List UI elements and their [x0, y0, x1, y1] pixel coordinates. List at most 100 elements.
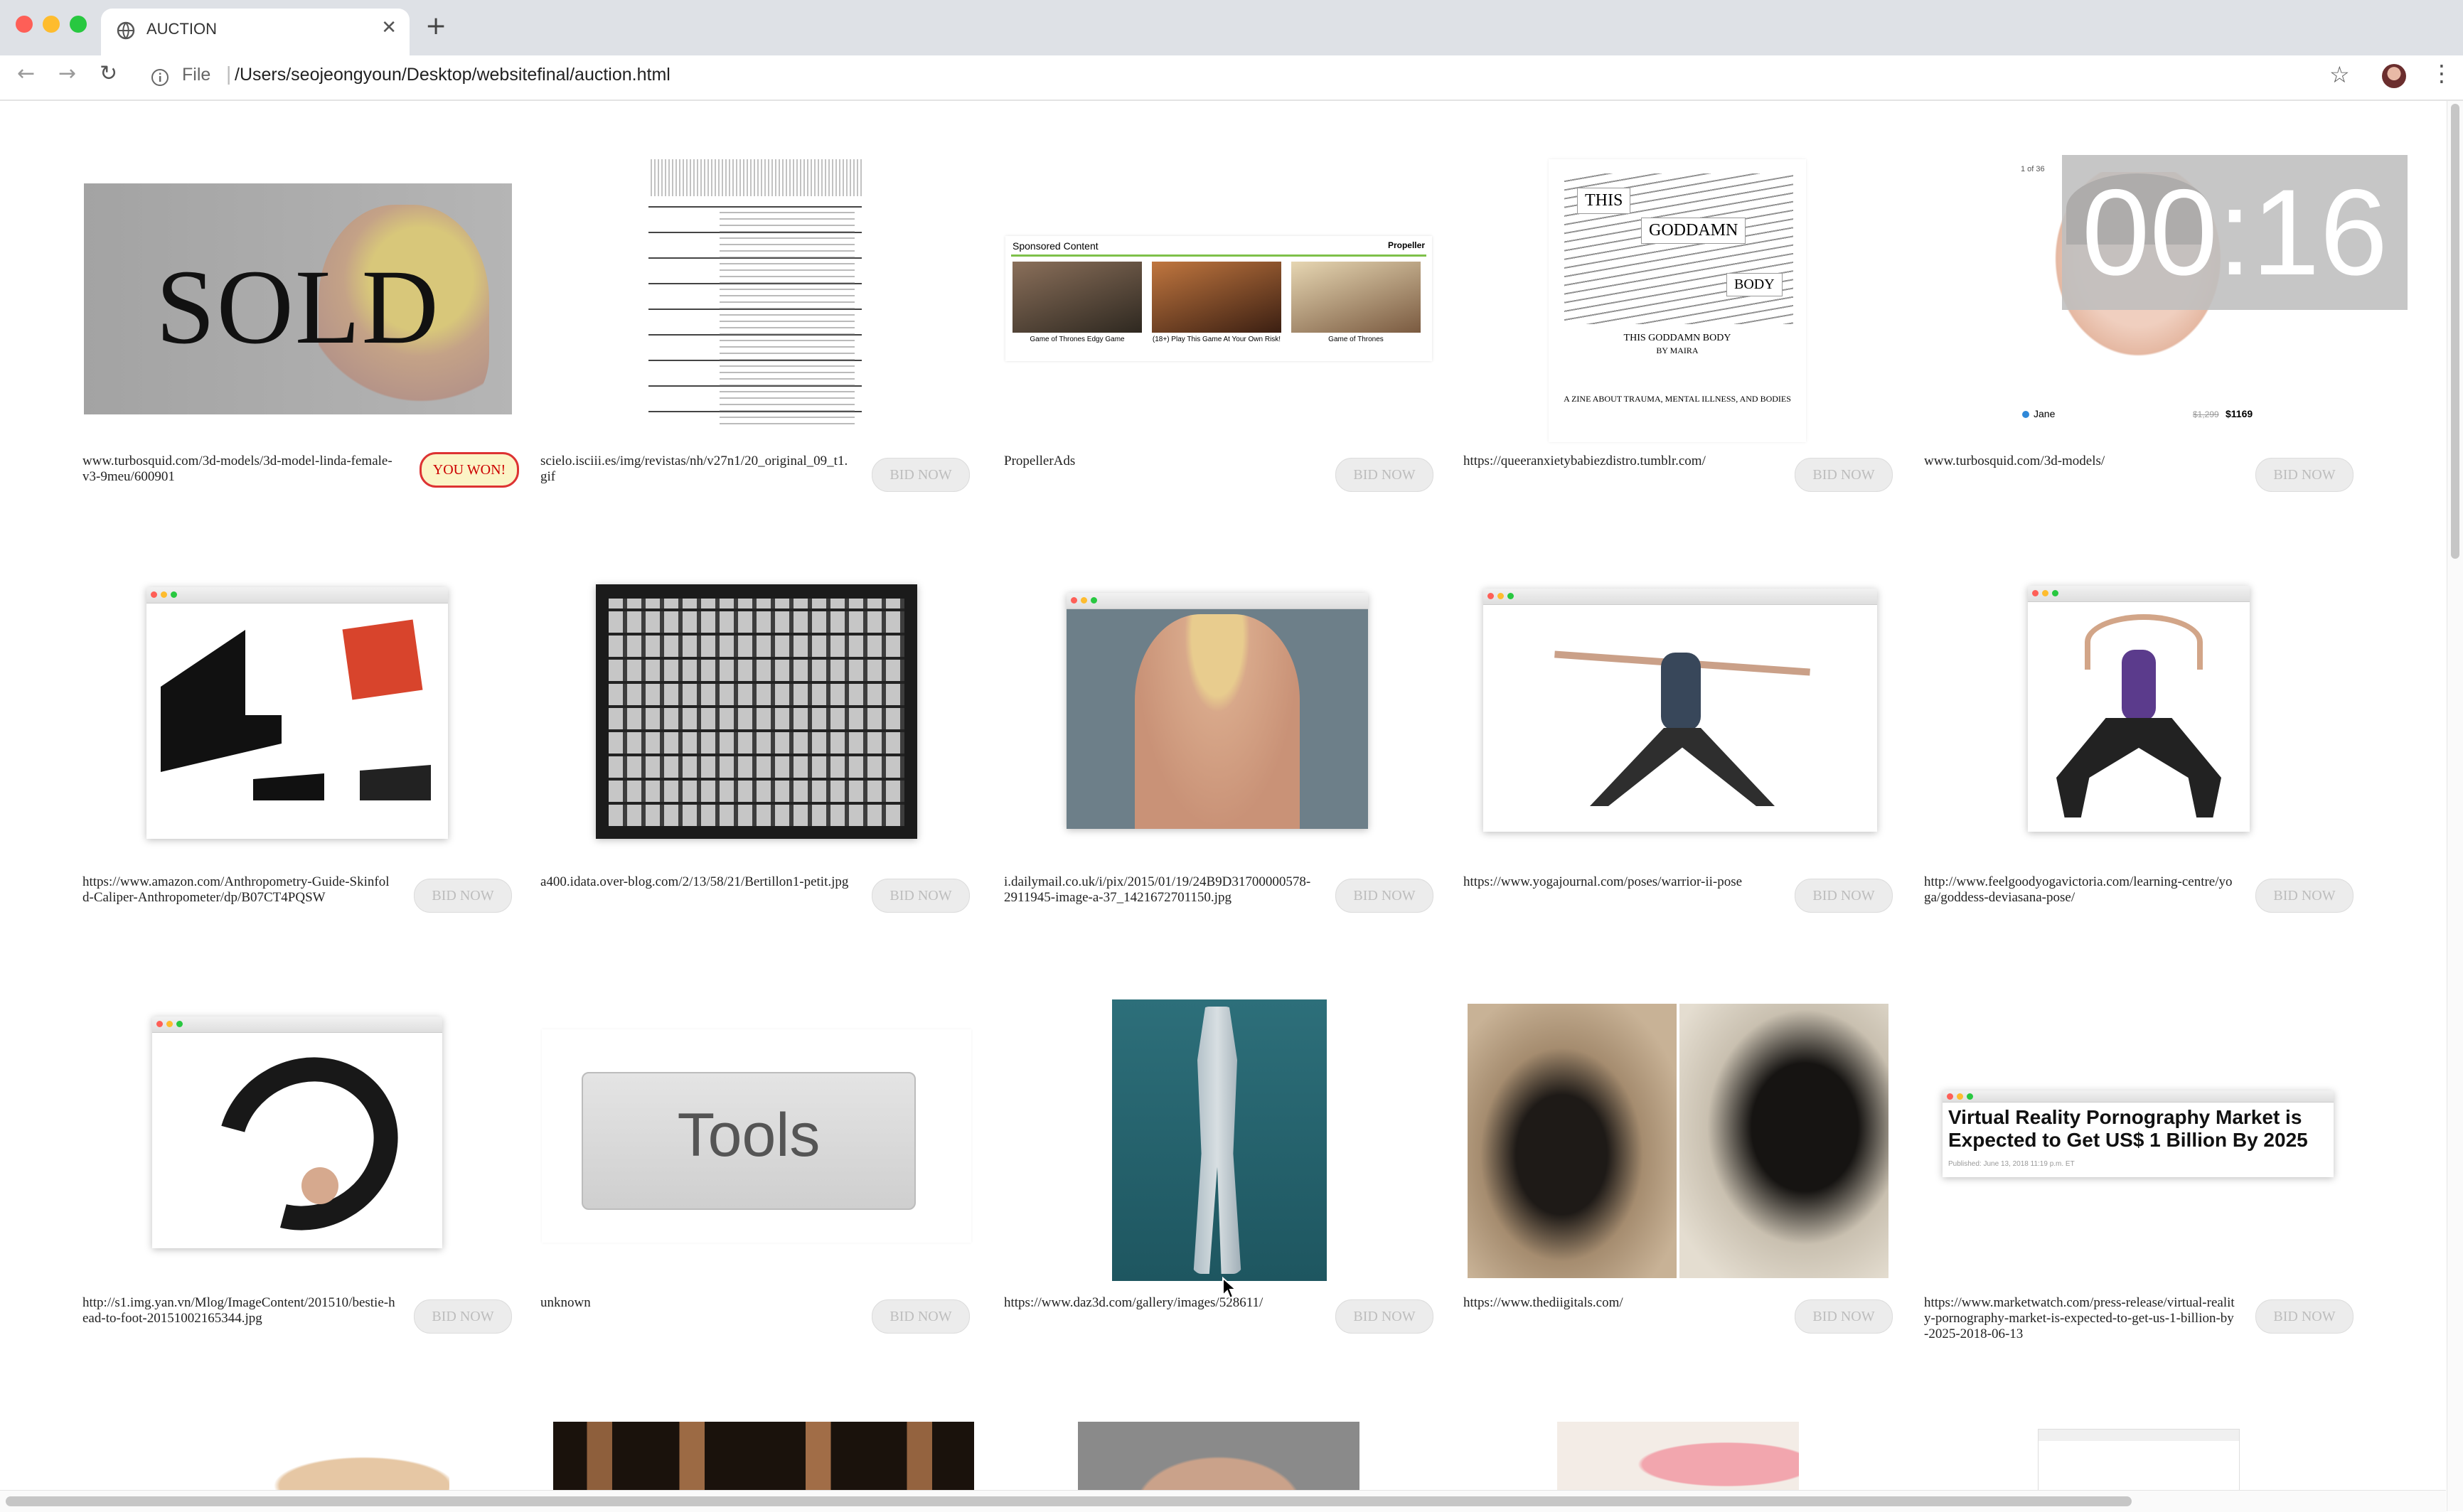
article-date: Published: June 13, 2018 11:19 p.m. ET — [1948, 1160, 2075, 1168]
bookmark-star-icon[interactable]: ☆ — [2329, 61, 2350, 88]
verified-icon — [2022, 411, 2029, 418]
bid-now-button[interactable]: BID NOW — [1335, 458, 1433, 492]
back-icon[interactable]: ← — [17, 61, 35, 86]
item-source-link[interactable]: https://www.amazon.com/Anthropometry-Gui… — [82, 874, 395, 906]
item-source-link[interactable]: https://www.daz3d.com/gallery/images/528… — [1004, 1295, 1317, 1311]
item-source-link[interactable]: i.dailymail.co.uk/i/pix/2015/01/19/24B9D… — [1004, 874, 1317, 906]
bid-now-button[interactable]: BID NOW — [2255, 1299, 2354, 1334]
item-thumbnail[interactable]: Sponsored Content Propeller Game of Thro… — [1005, 236, 1432, 361]
item-thumbnail[interactable]: Virtual Reality Pornography Market is Ex… — [1943, 1090, 2334, 1177]
browser-tab[interactable]: AUCTION ✕ — [101, 9, 410, 55]
window-titlebar — [146, 587, 448, 604]
vertical-scroll-thumb[interactable] — [2451, 104, 2459, 559]
item-source-link[interactable]: https://www.yogajournal.com/poses/warrio… — [1463, 874, 1776, 890]
item-thumbnail[interactable]: THIS GODDAMN BODY THIS GODDAMN BODY BY M… — [1549, 159, 1806, 442]
bid-now-button[interactable]: BID NOW — [872, 1299, 970, 1334]
auction-item: https://www.daz3d.com/gallery/images/528… — [1004, 943, 1433, 1334]
item-source-link[interactable]: https://www.marketwatch.com/press-releas… — [1924, 1295, 2237, 1342]
bag-image — [342, 619, 423, 700]
item-source-link[interactable]: PropellerAds — [1004, 454, 1317, 469]
zoom-window-button[interactable] — [70, 16, 87, 33]
horizontal-scroll-thumb[interactable] — [6, 1496, 2132, 1506]
item-thumbnail[interactable] — [146, 587, 448, 839]
seller-name: Jane — [2034, 408, 2056, 419]
more-menu-icon[interactable]: ⋮ — [2430, 60, 2453, 87]
partial-thumbnail[interactable] — [1557, 1422, 1799, 1493]
ad-image — [1013, 262, 1142, 333]
item-thumbnail[interactable] — [2028, 586, 2250, 832]
item-source-link[interactable]: a400.idata.over-blog.com/2/13/58/21/Bert… — [540, 874, 853, 890]
close-tab-icon[interactable]: ✕ — [381, 17, 397, 38]
item-thumbnail[interactable] — [1468, 1004, 1888, 1278]
ad-caption: (18+) Play This Game At Your Own Risk! — [1152, 336, 1281, 343]
tools-button-image: Tools — [582, 1072, 916, 1210]
countdown-value: 00:16 — [2081, 164, 2388, 301]
bid-now-button[interactable]: BID NOW — [1335, 1299, 1433, 1334]
item-source-link[interactable]: https://queeranxietybabiezdistro.tumblr.… — [1463, 454, 1776, 469]
profile-avatar[interactable] — [2382, 64, 2406, 88]
item-thumbnail[interactable]: SOLD — [84, 183, 512, 414]
zine-word: GODDAMN — [1641, 218, 1746, 244]
item-thumbnail[interactable] — [648, 159, 862, 440]
item-thumbnail[interactable] — [596, 584, 917, 839]
ad-caption: Game of Thrones — [1328, 336, 1384, 343]
item-source-link[interactable]: http://s1.img.yan.vn/Mlog/ImageContent/2… — [82, 1295, 395, 1326]
bid-now-button[interactable]: BID NOW — [2255, 879, 2354, 913]
bid-now-button[interactable]: BID NOW — [1795, 879, 1893, 913]
propeller-brand-label: Propeller — [1387, 240, 1425, 250]
auction-item: 1 of 36 Jane $1,299 $1169 00:16 www.turb… — [1924, 101, 2408, 492]
partial-thumbnail[interactable] — [1078, 1422, 1359, 1493]
partial-thumbnail[interactable] — [553, 1422, 974, 1493]
item-source-link[interactable]: scielo.isciii.es/img/revistas/nh/v27n1/2… — [540, 454, 853, 485]
bid-now-button[interactable]: BID NOW — [414, 1299, 512, 1334]
partial-thumbnail[interactable] — [165, 1422, 449, 1493]
item-source-link[interactable]: https://www.thediigitals.com/ — [1463, 1295, 1776, 1311]
item-thumbnail[interactable] — [152, 1017, 442, 1248]
sponsored-content-label: Sponsored Content — [1013, 240, 1099, 252]
old-price: $1,299 — [2193, 409, 2219, 419]
bid-now-button[interactable]: BID NOW — [872, 879, 970, 913]
item-source-link[interactable]: www.turbosquid.com/3d-models/3d-model-li… — [82, 454, 395, 485]
item-thumbnail[interactable]: Tools — [542, 1029, 971, 1243]
ad-caption: Game of Thrones Edgy Game — [1030, 336, 1125, 343]
auction-page: SOLD www.turbosquid.com/3d-models/3d-mod… — [0, 101, 2446, 1494]
yoga-legs — [1590, 728, 1775, 806]
sold-text: SOLD — [156, 248, 440, 366]
zine-subtitle: A ZINE ABOUT TRAUMA, MENTAL ILLNESS, AND… — [1564, 394, 1791, 404]
item-thumbnail[interactable] — [1067, 593, 1368, 829]
close-window-button[interactable] — [16, 16, 33, 33]
bid-now-button[interactable]: BID NOW — [1335, 879, 1433, 913]
zine-title: THIS GODDAMN BODY — [1623, 333, 1731, 343]
back-image — [1135, 614, 1300, 829]
item-thumbnail[interactable] — [1112, 999, 1327, 1281]
item-source-link[interactable]: unknown — [540, 1295, 853, 1311]
address-bar[interactable]: /Users/seojeongyoun/Desktop/websitefinal… — [235, 65, 670, 85]
item-source-link[interactable]: www.turbosquid.com/3d-models/ — [1924, 454, 2237, 469]
ad-image — [1291, 262, 1421, 333]
bid-now-button[interactable]: BID NOW — [2255, 458, 2354, 492]
bid-now-button[interactable]: BID NOW — [872, 458, 970, 492]
auction-item: Virtual Reality Pornography Market is Ex… — [1924, 943, 2354, 1341]
table-image-text — [720, 209, 855, 429]
bid-now-button[interactable]: BID NOW — [414, 879, 512, 913]
zine-word: BODY — [1726, 273, 1783, 296]
partial-thumbnail[interactable] — [2038, 1429, 2240, 1494]
you-won-button[interactable]: YOU WON! — [420, 452, 519, 488]
reload-icon[interactable]: ↻ — [100, 61, 117, 86]
auction-item: Sponsored Content Propeller Game of Thro… — [1004, 101, 1433, 492]
item-thumbnail[interactable] — [1483, 589, 1877, 832]
new-tab-button[interactable]: + — [425, 11, 447, 41]
bid-now-button[interactable]: BID NOW — [1795, 458, 1893, 492]
browser-tab-strip: AUCTION ✕ + — [0, 0, 2463, 55]
globe-icon — [117, 21, 135, 40]
browser-toolbar: ← → ↻ File | /Users/seojeongyoun/Desktop… — [0, 55, 2463, 101]
vertical-scrollbar[interactable] — [2447, 101, 2463, 1511]
horizontal-scrollbar[interactable] — [0, 1490, 2446, 1512]
info-icon[interactable] — [151, 68, 169, 87]
yoga-torso — [1661, 653, 1701, 731]
minimize-window-button[interactable] — [43, 16, 60, 33]
yoga-torso — [2122, 650, 2156, 721]
item-source-link[interactable]: http://www.feelgoodyogavictoria.com/lear… — [1924, 874, 2237, 906]
bid-now-button[interactable]: BID NOW — [1795, 1299, 1893, 1334]
forward-icon[interactable]: → — [58, 61, 76, 86]
